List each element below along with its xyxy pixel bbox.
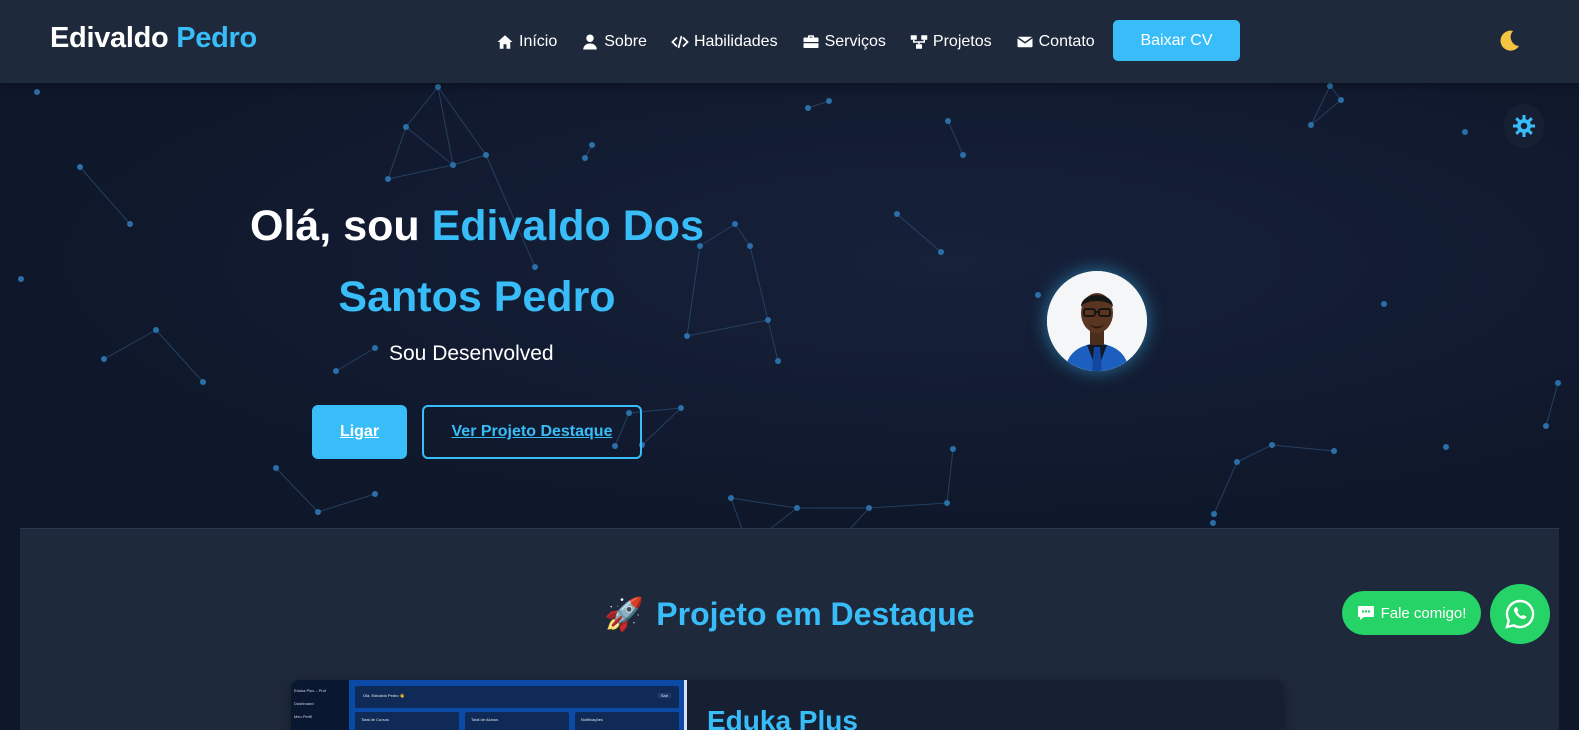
hero-greeting: Olá, sou — [250, 202, 420, 250]
project-card[interactable]: Eduka Plus – Prof Dashboard Meu Perfil O… — [291, 680, 1284, 730]
nav-item-inicio[interactable]: Início — [496, 33, 557, 51]
nav-item-label: Habilidades — [693, 32, 778, 50]
featured-title-text: Projeto em Destaque — [656, 595, 975, 632]
profile-avatar — [1047, 271, 1147, 371]
fale-comigo-label: Fale comigo! — [1380, 604, 1467, 622]
hero-subtitle: Sou Desenvolved — [389, 342, 554, 365]
user-icon — [583, 34, 597, 49]
screenshot-stat-card: Total de Alunos — [465, 712, 569, 730]
nav-item-habilidades[interactable]: Habilidades — [671, 33, 778, 51]
sitemap-icon — [910, 34, 928, 49]
project-name: Eduka Plus — [707, 705, 858, 730]
fale-comigo-button[interactable]: Fale comigo! — [1342, 591, 1481, 635]
nav-item-label: Serviços — [824, 32, 886, 50]
hero-section: Olá, sou Edivaldo Dos Santos Pedro Sou D… — [0, 83, 1579, 529]
hero-name-line2: Santos Pedro — [338, 273, 616, 321]
screenshot-stat-card: Total de Cursos — [355, 712, 459, 730]
brand-last-name: Pedro — [176, 22, 257, 54]
screenshot-stat-cards: Total de Cursos Total de Alunos Notifica… — [355, 712, 679, 730]
screenshot-header-button: Sair — [657, 693, 671, 698]
brand-logo[interactable]: Edivaldo Pedro — [50, 22, 257, 55]
briefcase-icon — [803, 34, 819, 48]
nav-item-contato[interactable]: Contato — [1016, 33, 1095, 51]
moon-icon[interactable] — [1496, 28, 1522, 54]
screenshot-header: Olá, Edivaldo Pedro 👋 Sair — [355, 686, 679, 708]
screenshot-sidebar-item: Meu Perfil — [294, 714, 313, 719]
nav-menu: Início Sobre Habilidades Serviços Projet… — [496, 0, 1119, 83]
chat-icon — [1357, 606, 1374, 620]
view-featured-project-button[interactable]: Ver Projeto Destaque — [422, 405, 642, 459]
nav-item-label: Sobre — [604, 32, 647, 50]
nav-item-label: Início — [519, 32, 558, 50]
call-button[interactable]: Ligar — [312, 405, 407, 459]
code-icon — [671, 35, 689, 48]
screenshot-sidebar-title: Eduka Plus – Prof — [294, 688, 327, 693]
screenshot-header-text: Olá, Edivaldo Pedro 👋 — [363, 693, 405, 698]
rocket-icon: 🚀 — [604, 596, 645, 632]
home-icon — [497, 34, 513, 49]
nav-item-sobre[interactable]: Sobre — [581, 33, 647, 51]
navbar: Edivaldo Pedro Início Sobre Habilidades … — [0, 0, 1579, 83]
project-screenshot: Eduka Plus – Prof Dashboard Meu Perfil O… — [291, 680, 687, 730]
nav-item-projetos[interactable]: Projetos — [910, 33, 992, 51]
nav-item-servicos[interactable]: Serviços — [802, 33, 886, 51]
envelope-icon — [1016, 36, 1033, 47]
featured-project-section: 🚀 Projeto em Destaque Eduka Plus – Prof … — [20, 528, 1559, 730]
download-cv-button[interactable]: Baixar CV — [1113, 20, 1240, 61]
whatsapp-icon — [1505, 599, 1535, 629]
whatsapp-button[interactable] — [1490, 584, 1550, 644]
nav-item-label: Projetos — [932, 32, 992, 50]
nav-item-label: Contato — [1038, 32, 1095, 50]
screenshot-sidebar-item: Dashboard — [294, 701, 314, 706]
gear-icon — [1513, 115, 1535, 137]
brand-first-name: Edivaldo — [50, 22, 169, 54]
hero-name-line1: Edivaldo Dos — [431, 202, 704, 250]
hero-title: Olá, sou Edivaldo Dos Santos Pedro — [222, 191, 732, 333]
screenshot-stat-card: Notificações — [575, 712, 679, 730]
featured-title: 🚀 Projeto em Destaque — [20, 595, 1559, 633]
theme-toggle-button[interactable] — [1504, 104, 1544, 148]
screenshot-sidebar: Eduka Plus – Prof Dashboard Meu Perfil — [291, 680, 349, 730]
